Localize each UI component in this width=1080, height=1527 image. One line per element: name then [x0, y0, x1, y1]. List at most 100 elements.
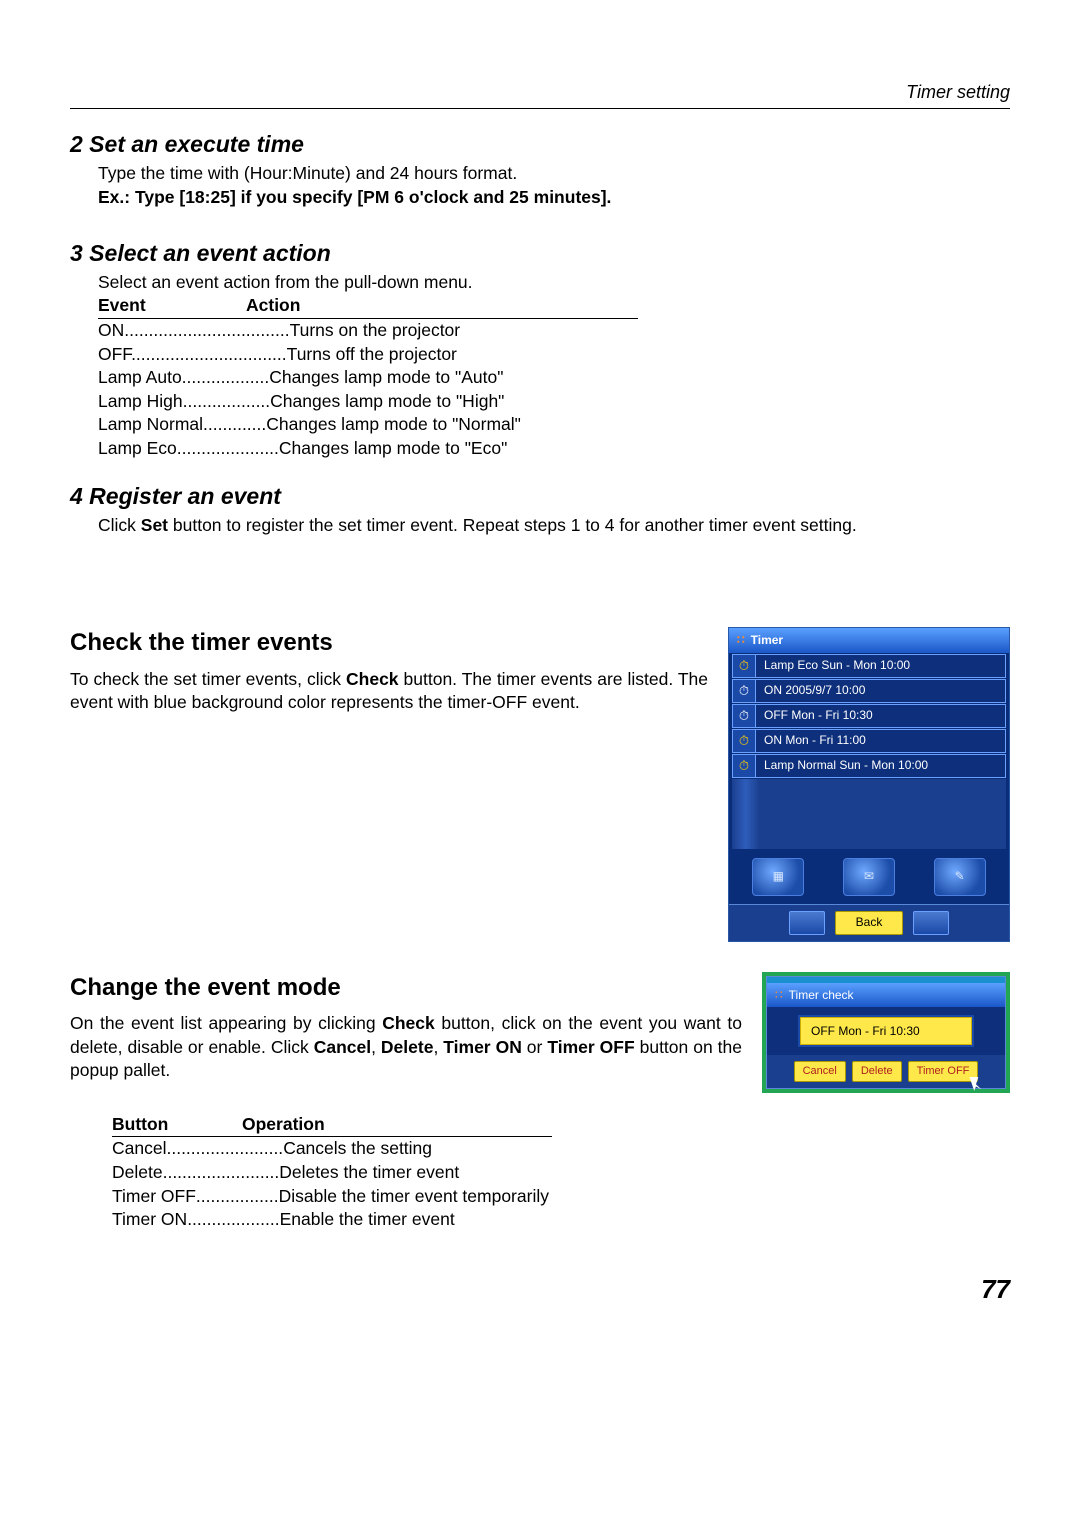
btable-h1: Button	[112, 1113, 242, 1137]
event-action: Turns on the projector	[290, 319, 461, 343]
btable-h2: Operation	[242, 1113, 325, 1137]
button-op: Enable the timer event	[280, 1208, 455, 1232]
bold: Delete	[381, 1037, 434, 1057]
footer-ghost-left[interactable]	[789, 911, 825, 935]
timer-title-text: Timer	[751, 632, 783, 648]
dots: ..................	[183, 391, 271, 411]
button-row: Timer OFF.................Disable the ti…	[112, 1185, 552, 1209]
timer-footer: Back	[729, 904, 1009, 941]
footer-ghost-right[interactable]	[913, 911, 949, 935]
set-bold: Set	[141, 515, 168, 535]
dots: ................................	[131, 344, 287, 364]
timer-panel-title: ∷ Timer	[729, 628, 1009, 652]
step4-title: 4 Register an event	[70, 481, 1010, 512]
tool-button-1[interactable]: ▦	[752, 858, 804, 896]
button-name: Delete	[112, 1161, 163, 1185]
step2-line2: Ex.: Type [18:25] if you specify [PM 6 o…	[98, 186, 1010, 210]
step2-line1: Type the time with (Hour:Minute) and 24 …	[98, 162, 1010, 186]
event-action: Changes lamp mode to "Auto"	[269, 366, 503, 390]
dots: ..................................	[124, 320, 289, 340]
event-row: Lamp Normal.............Changes lamp mod…	[98, 413, 1010, 437]
tool-button-mail[interactable]: ✉	[843, 858, 895, 896]
dots: ..................	[182, 367, 270, 387]
timer-check-title: ∷ Timer check	[767, 983, 1005, 1007]
dots: .....................	[177, 438, 279, 458]
event-col1: Event	[98, 294, 246, 318]
timer-event-row[interactable]: ⏱ON 2005/9/7 10:00	[732, 679, 1006, 703]
tool-button-edit[interactable]: ✎	[934, 858, 986, 896]
bold: Check	[382, 1013, 435, 1033]
check-buttons: Cancel Delete Timer OFF	[767, 1055, 1005, 1088]
text: or	[522, 1037, 548, 1057]
timer-off-button[interactable]: Timer OFF	[908, 1061, 979, 1082]
event-action: Turns off the projector	[287, 343, 457, 367]
button-name: Timer ON	[112, 1208, 187, 1232]
bold: Timer ON	[443, 1037, 522, 1057]
page-header: Timer setting	[70, 80, 1010, 109]
timer-event-row[interactable]: ⏱Lamp Eco Sun - Mon 10:00	[732, 654, 1006, 678]
event-row: Lamp Eco.....................Changes lam…	[98, 437, 1010, 461]
dots: .................	[196, 1185, 279, 1209]
event-row: OFF................................Turns…	[98, 343, 1010, 367]
button-row: Timer ON...................Enable the ti…	[112, 1208, 552, 1232]
check-heading: Check the timer events	[70, 627, 708, 659]
text: ,	[371, 1037, 381, 1057]
button-row: Delete........................Deletes th…	[112, 1161, 552, 1185]
clock-icon: ⏱	[733, 730, 756, 752]
timer-title-icon: ∷	[737, 632, 745, 648]
timer-event-text: Lamp Normal Sun - Mon 10:00	[756, 757, 928, 773]
delete-button[interactable]: Delete	[852, 1061, 902, 1082]
dots: ........................	[166, 1137, 283, 1161]
button-name: Cancel	[112, 1137, 166, 1161]
button-op: Cancels the setting	[283, 1137, 432, 1161]
timer-event-text: ON 2005/9/7 10:00	[756, 682, 865, 698]
button-op: Deletes the timer event	[279, 1161, 459, 1185]
bold: Cancel	[314, 1037, 371, 1057]
dots: ...................	[187, 1208, 279, 1232]
timer-check-panel: ∷ Timer check OFF Mon - Fri 10:30 Cancel…	[762, 972, 1010, 1093]
event-row: Lamp Auto..................Changes lamp …	[98, 366, 1010, 390]
selected-event[interactable]: OFF Mon - Fri 10:30	[800, 1017, 972, 1045]
dots: .............	[203, 414, 266, 434]
check-body: OFF Mon - Fri 10:30	[767, 1007, 1005, 1055]
text: ,	[433, 1037, 443, 1057]
clock-icon: ⏱	[733, 680, 756, 702]
check-paragraph: To check the set timer events, click Che…	[70, 668, 708, 715]
clock-icon: ⏱	[733, 705, 756, 727]
event-action: Changes lamp mode to "High"	[270, 390, 504, 414]
timer-event-row[interactable]: ⏱Lamp Normal Sun - Mon 10:00	[732, 754, 1006, 778]
timer-event-text: ON Mon - Fri 11:00	[756, 732, 866, 748]
event-action: Changes lamp mode to "Normal"	[266, 413, 521, 437]
cancel-button[interactable]: Cancel	[794, 1061, 846, 1082]
step4-body: Click Set button to register the set tim…	[98, 514, 1010, 538]
button-row: Cancel........................Cancels th…	[112, 1137, 552, 1161]
check-title-icon: ∷	[775, 987, 783, 1003]
change-heading: Change the event mode	[70, 972, 742, 1004]
text: On the event list appearing by clicking	[70, 1013, 382, 1033]
event-action: Changes lamp mode to "Eco"	[279, 437, 507, 461]
text: Click	[98, 515, 141, 535]
back-button[interactable]: Back	[835, 911, 904, 935]
event-table-header: Event Action	[98, 294, 638, 319]
page-number: 77	[70, 1272, 1010, 1307]
button-table: Button Operation Cancel.................…	[112, 1113, 552, 1232]
event-row: ON..................................Turn…	[98, 319, 1010, 343]
button-op: Disable the timer event temporarily	[279, 1185, 549, 1209]
dots: ........................	[163, 1161, 280, 1185]
step2-title: 2 Set an execute time	[70, 129, 1010, 160]
check-bold: Check	[346, 669, 399, 689]
event-name: Lamp Auto	[98, 367, 182, 387]
timer-event-row[interactable]: ⏱ON Mon - Fri 11:00	[732, 729, 1006, 753]
timer-event-row[interactable]: ⏱OFF Mon - Fri 10:30	[732, 704, 1006, 728]
clock-icon: ⏱	[733, 655, 756, 677]
event-name: Lamp High	[98, 391, 183, 411]
text: button to register the set timer event. …	[168, 515, 857, 535]
step2-body: Type the time with (Hour:Minute) and 24 …	[98, 162, 1010, 209]
timer-blank-area	[732, 779, 1006, 849]
clock-icon: ⏱	[733, 755, 756, 777]
bold: Timer OFF	[547, 1037, 634, 1057]
step3-intro: Select an event action from the pull-dow…	[98, 271, 1010, 295]
timer-event-text: OFF Mon - Fri 10:30	[756, 707, 873, 723]
check-title-text: Timer check	[789, 987, 854, 1003]
event-name: Lamp Normal	[98, 414, 203, 434]
